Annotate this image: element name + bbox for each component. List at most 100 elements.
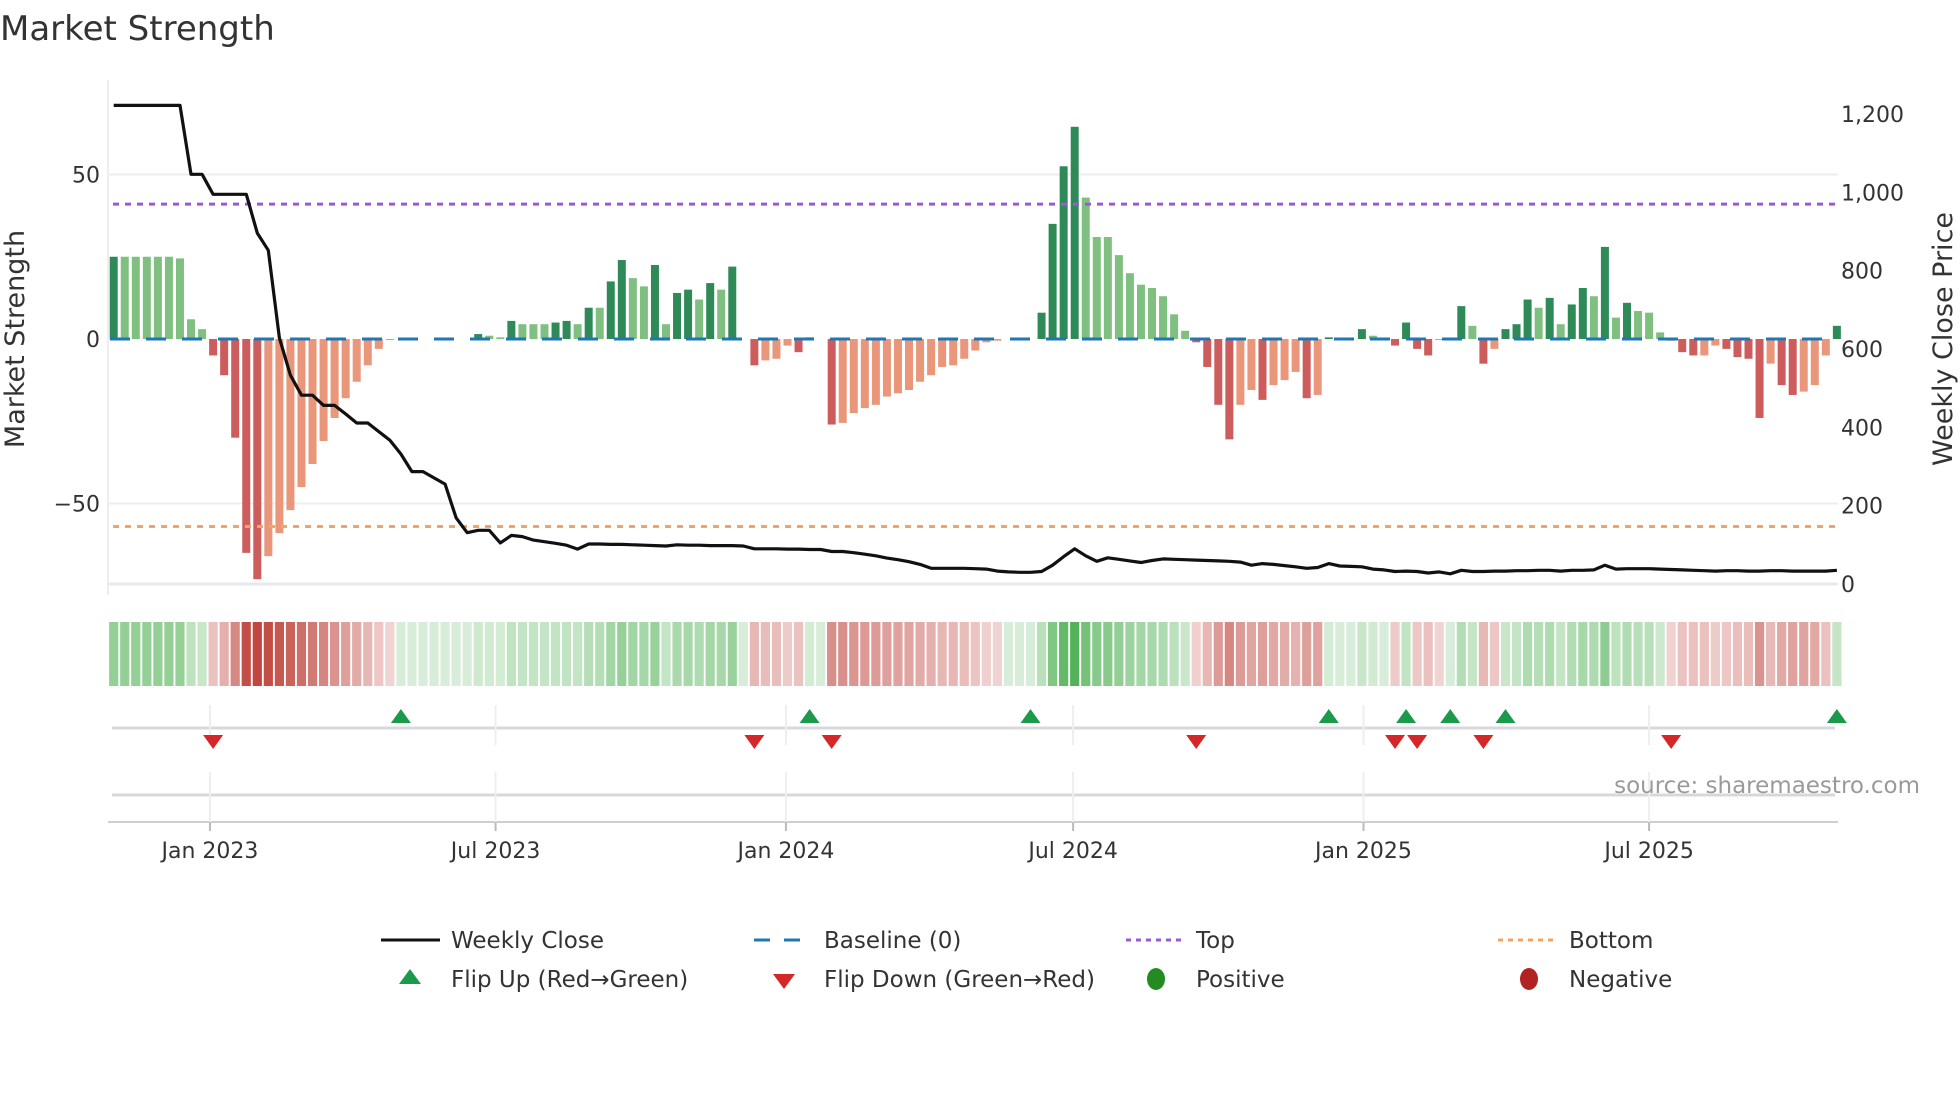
legend-item-positive[interactable]: Positive: [1147, 967, 1285, 993]
legend-item-bottom[interactable]: Bottom: [1498, 928, 1653, 954]
flip-up-marker: [1495, 709, 1516, 723]
strength-bar: [319, 339, 328, 441]
strength-bar: [1799, 339, 1808, 392]
strength-bar: [352, 339, 361, 382]
strip-cell: [1611, 622, 1621, 686]
strip-cell: [827, 622, 837, 686]
strip-cell: [1766, 622, 1776, 686]
flip-up-marker: [799, 709, 820, 723]
strength-bar: [938, 339, 947, 367]
strength-bar: [1523, 299, 1532, 339]
strip-cell: [1788, 622, 1798, 686]
right-tick-label: 800: [1841, 260, 1883, 285]
strip-cell: [606, 622, 616, 686]
strength-bar: [1159, 296, 1168, 339]
strength-bar: [595, 307, 604, 339]
strength-bar: [673, 292, 682, 339]
strip-cell: [517, 622, 528, 686]
strength-bar: [253, 339, 262, 580]
strip-cell: [1754, 622, 1765, 686]
strength-bar: [860, 339, 869, 409]
strip-cell: [595, 622, 605, 686]
strip-cell: [1224, 622, 1234, 686]
legend-item-top[interactable]: Top: [1126, 928, 1235, 954]
strip-cell: [926, 622, 936, 686]
strip-cell: [639, 622, 649, 686]
strip-cell: [451, 622, 461, 686]
legend-item-flip-down[interactable]: Flip Down (Green→Red): [773, 967, 1095, 993]
strip-cell: [153, 622, 163, 686]
x-tick-label: Jan 2024: [735, 839, 834, 864]
left-tick-label: −50: [54, 493, 100, 518]
strength-bar: [1136, 284, 1145, 339]
strength-bar: [1258, 339, 1267, 400]
strip-cell: [1644, 622, 1654, 686]
strip-cell: [1666, 622, 1676, 686]
strip-cell: [694, 622, 704, 686]
strip-cell: [219, 622, 229, 686]
strip-cell: [131, 622, 141, 686]
strip-cell: [1445, 622, 1455, 686]
strip-cell: [1677, 622, 1687, 686]
strength-bar: [606, 281, 615, 339]
strip-cell: [1070, 622, 1080, 686]
strip-cell: [495, 622, 505, 686]
strip-cell: [683, 622, 693, 686]
legend-label: Baseline (0): [824, 928, 961, 954]
strip-cell: [407, 622, 417, 686]
strip-cell: [341, 622, 351, 686]
strip-cell: [1335, 622, 1345, 686]
strip-cell: [1401, 622, 1411, 686]
strength-bar: [1578, 288, 1587, 339]
strip-cell: [109, 622, 119, 686]
strip-cell: [860, 622, 870, 686]
right-tick-label: 400: [1841, 416, 1883, 441]
strength-bar: [1037, 312, 1046, 339]
legend-item-negative[interactable]: Negative: [1520, 967, 1672, 993]
strength-bar: [960, 339, 969, 359]
left-tick-label: 50: [72, 164, 100, 189]
strip-cell: [318, 622, 329, 686]
strength-bar: [1402, 322, 1411, 339]
strength-bar: [717, 289, 726, 339]
strength-bar: [385, 339, 394, 340]
strength-bar: [187, 319, 196, 339]
strip-cell: [672, 622, 682, 686]
strip-cell: [285, 622, 296, 686]
strip-cell: [948, 622, 958, 686]
strip-cell: [1567, 622, 1577, 686]
right-tick-label: 1,000: [1841, 181, 1904, 206]
strength-bar: [1755, 339, 1764, 418]
strip-cell: [374, 622, 384, 686]
strength-bar: [639, 286, 648, 339]
flip-up-marker: [390, 709, 411, 723]
x-tick-label: Jul 2024: [1026, 839, 1118, 864]
strip-cell: [1368, 622, 1378, 686]
legend-item-baseline[interactable]: Baseline (0): [754, 928, 961, 954]
legend-item-flip-up[interactable]: Flip Up (Red→Green): [399, 967, 688, 993]
strength-bar: [1534, 307, 1543, 339]
strip-cell: [484, 622, 494, 686]
flip-down-marker: [203, 735, 224, 749]
strength-bar: [1125, 273, 1134, 339]
strip-cell: [760, 622, 771, 686]
strength-bar: [916, 339, 925, 382]
strip-cell: [1390, 622, 1400, 686]
strip-cell: [628, 622, 638, 686]
strength-bar: [838, 339, 847, 423]
strip-cell: [661, 622, 671, 686]
strip-cell: [473, 622, 483, 686]
strength-bar: [142, 256, 151, 339]
strength-bar: [882, 339, 891, 397]
strip-cell: [429, 622, 439, 686]
triangle-up-icon: [399, 969, 421, 984]
strength-bar: [507, 320, 516, 339]
strip-cell: [197, 622, 207, 686]
strip-cell: [1655, 622, 1665, 686]
legend-item-weekly-close[interactable]: Weekly Close: [381, 928, 604, 954]
right-tick-label: 200: [1841, 495, 1883, 520]
strip-cell: [307, 622, 318, 686]
strength-bar: [650, 264, 659, 339]
strength-bar: [695, 299, 704, 339]
strength-bar: [164, 256, 173, 339]
